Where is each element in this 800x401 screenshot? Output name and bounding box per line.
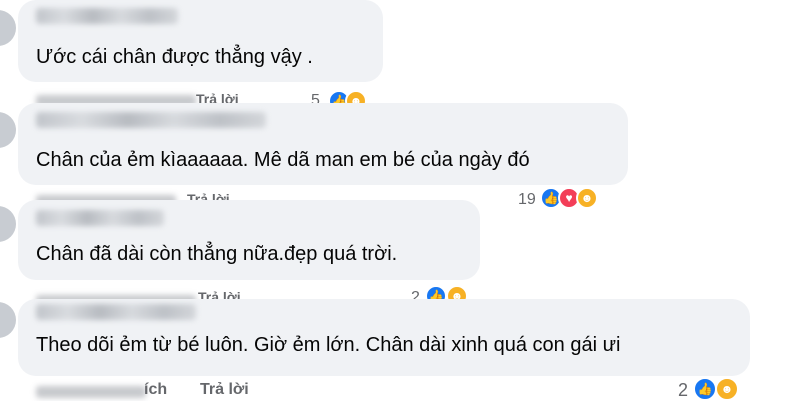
comment-text: Theo dõi ẻm từ bé luôn. Giờ ẻm lớn. Chân… — [36, 334, 621, 356]
avatar[interactable] — [0, 112, 16, 148]
reaction-count[interactable]: 2 — [678, 380, 688, 401]
avatar[interactable] — [0, 206, 16, 242]
comment-text: Chân của ẻm kìaaaaaa. Mê dã man em bé củ… — [36, 149, 530, 171]
reply-link[interactable]: Trả lời — [200, 381, 249, 399]
commenter-name-blurred[interactable] — [36, 304, 196, 320]
commenter-name-blurred[interactable] — [36, 8, 178, 24]
comment-text: Chân đã dài còn thẳng nữa.đẹp quá trời. — [36, 243, 398, 265]
like-icon[interactable]: 👍 — [693, 377, 717, 401]
comment-time-blurred — [36, 386, 146, 398]
care-icon[interactable]: ☻ — [576, 187, 598, 209]
like-link[interactable]: ích — [144, 381, 167, 399]
avatar[interactable] — [0, 10, 16, 46]
reaction-count[interactable]: 19 — [518, 191, 536, 209]
commenter-name-blurred[interactable] — [36, 210, 164, 226]
comment-text: Ước cái chân được thẳng vậy . — [36, 46, 313, 68]
care-icon[interactable]: ☻ — [715, 377, 739, 401]
commenter-name-blurred[interactable] — [36, 112, 266, 128]
avatar[interactable] — [0, 302, 16, 338]
